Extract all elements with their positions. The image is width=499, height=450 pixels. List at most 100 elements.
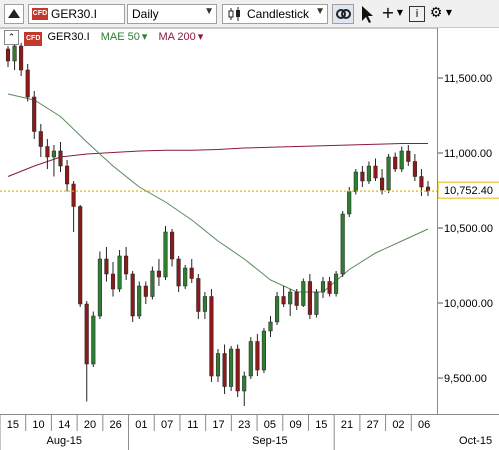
candle-body — [65, 165, 70, 185]
candle-body — [353, 171, 358, 192]
candle-body — [406, 150, 411, 162]
time-axis-scale: 15 10 14 20 26 01 07 11 17 23 05 09 15 21 27 02 06 Aug-15… — [0, 415, 492, 450]
candle-body — [143, 285, 148, 297]
chevron-down-icon: ▼ — [204, 6, 214, 17]
candle-body — [117, 255, 122, 290]
candle-body — [235, 348, 240, 392]
legend-mae: MAE 50 ▾ — [100, 31, 148, 43]
candle-body — [380, 177, 385, 191]
candle-body — [104, 258, 109, 275]
time-axis[interactable]: 15 10 14 20 26 01 07 11 17 23 05 09 15 21 27 02 06 Aug-15… — [0, 414, 499, 450]
price-axis[interactable]: 11,500.00 11,000.00 10,500.00 10,000.00 9,50… — [437, 28, 499, 414]
time-tick-label: 07 — [161, 419, 173, 431]
month-label: Oct-15 — [459, 435, 492, 447]
candle-body — [38, 131, 43, 147]
candle-body — [307, 281, 312, 315]
time-tick-label: 23 — [238, 419, 250, 431]
candle-body — [130, 273, 135, 317]
candle-body — [12, 45, 17, 62]
settings-icon[interactable]: ⚙ — [428, 3, 444, 23]
candle-body — [25, 69, 30, 98]
candle-body — [334, 273, 339, 294]
period-select[interactable]: Daily ▼ — [127, 4, 217, 24]
candle-body — [393, 156, 398, 170]
candle-body — [301, 281, 306, 306]
time-tick-label: 02 — [392, 419, 404, 431]
candle-body — [32, 96, 37, 132]
chart-area[interactable] — [0, 28, 437, 415]
candle-body — [91, 315, 96, 365]
candle-body — [275, 296, 280, 323]
legend-mae-label: MAE 50 — [100, 31, 140, 43]
candle-body — [222, 353, 227, 387]
symbol-value: GER30.I — [51, 7, 98, 21]
candle-body — [183, 267, 188, 287]
crosshair-icon[interactable]: + — [380, 3, 396, 23]
candle-body — [19, 45, 24, 71]
candle-body — [209, 296, 214, 377]
time-tick-label: 14 — [58, 419, 70, 431]
candle-body — [202, 296, 207, 312]
candle-body — [320, 281, 326, 293]
symbol-input[interactable]: CFD GER30.I — [28, 4, 125, 24]
time-tick-label: 26 — [110, 419, 122, 431]
candle-body — [215, 353, 221, 377]
time-tick-label: 17 — [212, 419, 224, 431]
candle-body — [170, 231, 175, 260]
candle-body — [150, 270, 155, 297]
candle-body — [261, 330, 266, 371]
candle-body — [5, 48, 11, 62]
candle-body — [399, 150, 404, 170]
candle-body — [255, 341, 260, 371]
time-tick-label: 27 — [367, 419, 379, 431]
chevron-down-icon: ▼ — [315, 6, 325, 17]
time-tick-label: 06 — [418, 419, 430, 431]
candle-body — [281, 296, 286, 305]
time-tick-label: 01 — [135, 419, 147, 431]
time-tick-label: 10 — [32, 419, 44, 431]
ma200-line — [7, 143, 428, 177]
up-arrow-button[interactable] — [4, 4, 24, 24]
chevron-down-icon[interactable]: ▼ — [444, 3, 454, 23]
candle-body — [242, 375, 247, 392]
candle-body — [268, 321, 273, 332]
link-button[interactable] — [332, 4, 354, 24]
candle-body — [189, 267, 194, 279]
time-tick-label: 11 — [187, 419, 198, 431]
chart-type-value: Candlestick — [247, 7, 310, 21]
price-tick-label: 11,000.00 — [444, 148, 492, 160]
candle-body — [137, 285, 142, 317]
time-tick-label: 21 — [341, 419, 353, 431]
month-label: Aug-15 — [47, 435, 82, 447]
price-axis-scale: 11,500.00 11,000.00 10,500.00 10,000.00 9,50… — [438, 73, 499, 385]
chevron-down-icon[interactable]: ▼ — [395, 3, 405, 23]
legend-cfd-badge: CFD — [24, 32, 43, 46]
price-tick-label: 11,500.00 — [444, 73, 492, 85]
current-price-label: 10,752.40 — [444, 185, 493, 197]
candle-body — [196, 278, 201, 312]
time-tick-label: 20 — [84, 419, 96, 431]
candle-body — [45, 146, 50, 158]
candle-body — [51, 150, 56, 158]
mae50-line — [7, 93, 429, 293]
collapse-chevron-icon[interactable]: ⌃ — [4, 30, 19, 45]
candle-body — [419, 176, 424, 188]
price-tick-label: 9,500.00 — [444, 373, 487, 385]
candlestick-plot — [0, 40, 437, 406]
period-value: Daily — [132, 7, 159, 21]
candle-body — [71, 183, 76, 207]
candle-body — [156, 270, 161, 278]
candle-body — [412, 161, 417, 177]
cursor-icon[interactable] — [359, 5, 375, 25]
candle-body — [373, 165, 378, 179]
candle-body — [294, 291, 299, 306]
price-tick-label: 10,500.00 — [444, 223, 493, 235]
candle-body — [163, 231, 168, 278]
candle-body — [314, 291, 319, 315]
info-icon[interactable]: i — [409, 6, 425, 22]
chart-type-select[interactable]: Candlestick ▼ — [222, 4, 328, 24]
candle-body — [347, 191, 352, 215]
cfd-badge: CFD — [32, 8, 48, 20]
candle-body — [340, 213, 345, 275]
link-icon — [336, 9, 351, 19]
